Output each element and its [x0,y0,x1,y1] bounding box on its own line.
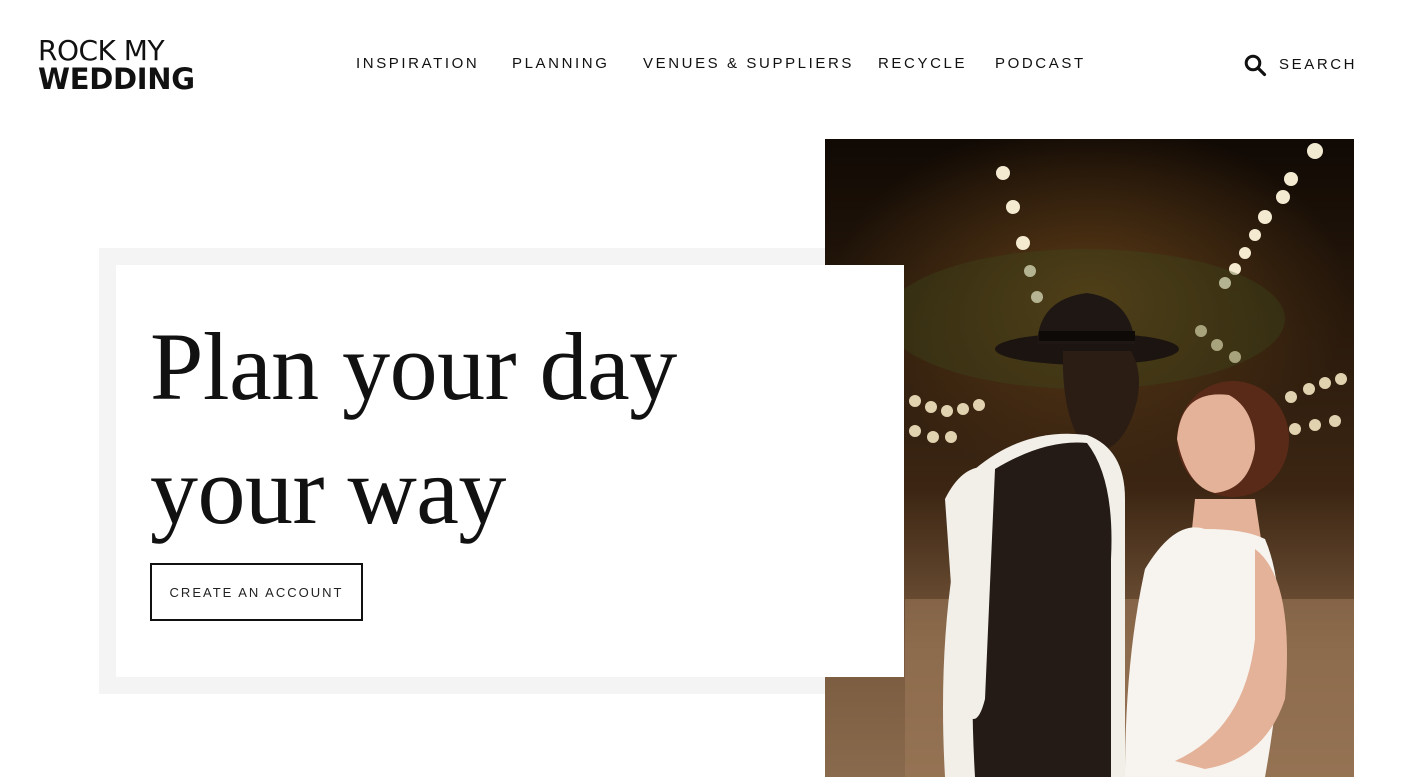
logo-line-1: ROCK MY [38,34,165,67]
nav-item-podcast[interactable]: PODCAST [995,55,1086,73]
nav-item-venues-suppliers[interactable]: VENUES & SUPPLIERS [643,55,854,73]
search-label: SEARCH [1279,56,1358,73]
nav-item-inspiration[interactable]: INSPIRATION [356,55,479,73]
hero-image [825,139,1354,777]
create-account-button[interactable]: CREATE AN ACCOUNT [150,563,363,621]
hero-photo-illustration [885,143,1354,777]
hero-title-line-1: Plan your day [150,313,677,420]
nav-item-planning[interactable]: PLANNING [512,55,610,73]
site-logo[interactable]: ROCK MY WEDDING [38,34,195,96]
search-icon [1244,54,1267,77]
hero-title: Plan your day your way [150,305,790,553]
hero-title-line-2: your way [150,437,506,544]
logo-line-2: WEDDING [38,62,195,96]
search-button[interactable]: SEARCH [1243,53,1357,77]
nav-item-recycle[interactable]: RECYCLE [878,55,967,73]
